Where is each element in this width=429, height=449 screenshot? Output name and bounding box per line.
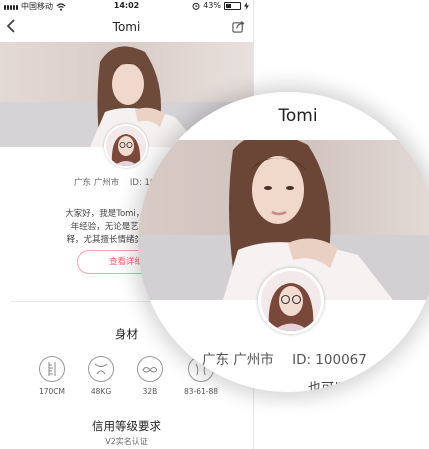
- magnified-bio-peek: 也可以叫我: [308, 380, 428, 392]
- magnified-user-id: ID: 100067: [292, 352, 367, 368]
- magnified-avatar: [258, 268, 324, 334]
- body-item-label: 83-61-88: [183, 387, 219, 396]
- share-icon[interactable]: [232, 20, 245, 33]
- bust-icon: [137, 356, 163, 382]
- body-item-label: 48KG: [90, 387, 112, 396]
- magnified-avatar-image: [261, 271, 321, 331]
- magnified-bio-text: 也可以叫我: [308, 381, 374, 392]
- weight-icon: [88, 356, 114, 382]
- battery-percent: 43%: [203, 1, 221, 10]
- magnified-title: Tomi: [278, 106, 318, 126]
- body-item-weight: 48KG: [77, 356, 125, 396]
- alarm-icon: [192, 2, 200, 10]
- magnifier-lens: Tomi 广东 广州市 ID: 100067 也可以叫我: [138, 92, 429, 392]
- page-title: Tomi: [112, 20, 141, 34]
- body-item-label: 32B: [142, 387, 158, 396]
- status-bar: 中国移动 14:02 43%: [0, 0, 253, 14]
- body-item-height: 170CM: [28, 356, 76, 396]
- body-item-label: 170CM: [38, 387, 66, 396]
- nav-bar: Tomi: [0, 14, 253, 42]
- charging-icon: [244, 1, 249, 10]
- magnified-location: 广东 广州市: [202, 352, 274, 368]
- magnified-location-row: 广东 广州市 ID: 100067: [202, 348, 367, 368]
- body-item-bust: 32B: [126, 356, 174, 396]
- status-right: 43%: [192, 1, 249, 10]
- height-icon: [39, 356, 65, 382]
- location-text: 广东 广州市: [74, 178, 120, 188]
- battery-icon: [224, 1, 241, 10]
- credit-section-title: 信用等级要求: [92, 419, 161, 433]
- credit-section-subtitle: V2实名认证: [105, 437, 148, 446]
